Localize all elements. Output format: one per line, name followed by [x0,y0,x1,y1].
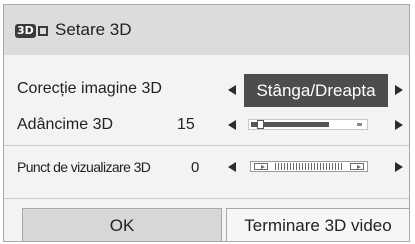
image-correction-value[interactable]: Stânga/Dreapta [244,74,388,107]
depth-label: Adâncime 3D [17,116,114,133]
3d-badge: 3D [15,24,36,38]
depth-slider-end-mark [357,123,362,126]
title-bar: 3D Setare 3D [4,5,409,55]
ok-button[interactable]: OK [22,208,222,241]
row-divider [4,145,409,146]
screen-icon [37,26,48,36]
depth-value: 15 [177,116,195,133]
viewpoint-label: Punct de vizualizare 3D [17,159,151,175]
dialog-title: Setare 3D [55,20,132,39]
depth-right-arrow[interactable] [395,120,403,130]
depth-slider-thumb[interactable] [257,120,264,129]
3d-mode-icon: 3D [15,24,49,38]
image-correction-label: Corecție imagine 3D [17,80,162,97]
depth-left-arrow[interactable] [228,120,236,130]
viewpoint-right-arrow[interactable] [395,162,403,172]
image-correction-right-arrow[interactable] [395,85,403,95]
viewpoint-ticks [275,163,343,170]
image-correction-left-arrow[interactable] [228,85,236,95]
viewpoint-right-cap [350,163,364,170]
depth-slider[interactable] [248,119,368,130]
button-divider [4,198,409,199]
viewpoint-left-arrow[interactable] [228,162,236,172]
viewpoint-value: 0 [191,159,200,176]
viewpoint-slider[interactable] [250,161,368,172]
viewpoint-left-cap [254,163,268,170]
3d-settings-dialog: 3D Setare 3D Corecție imagine 3D Stânga/… [3,4,410,242]
end-3d-video-button[interactable]: Terminare 3D video [226,208,409,241]
